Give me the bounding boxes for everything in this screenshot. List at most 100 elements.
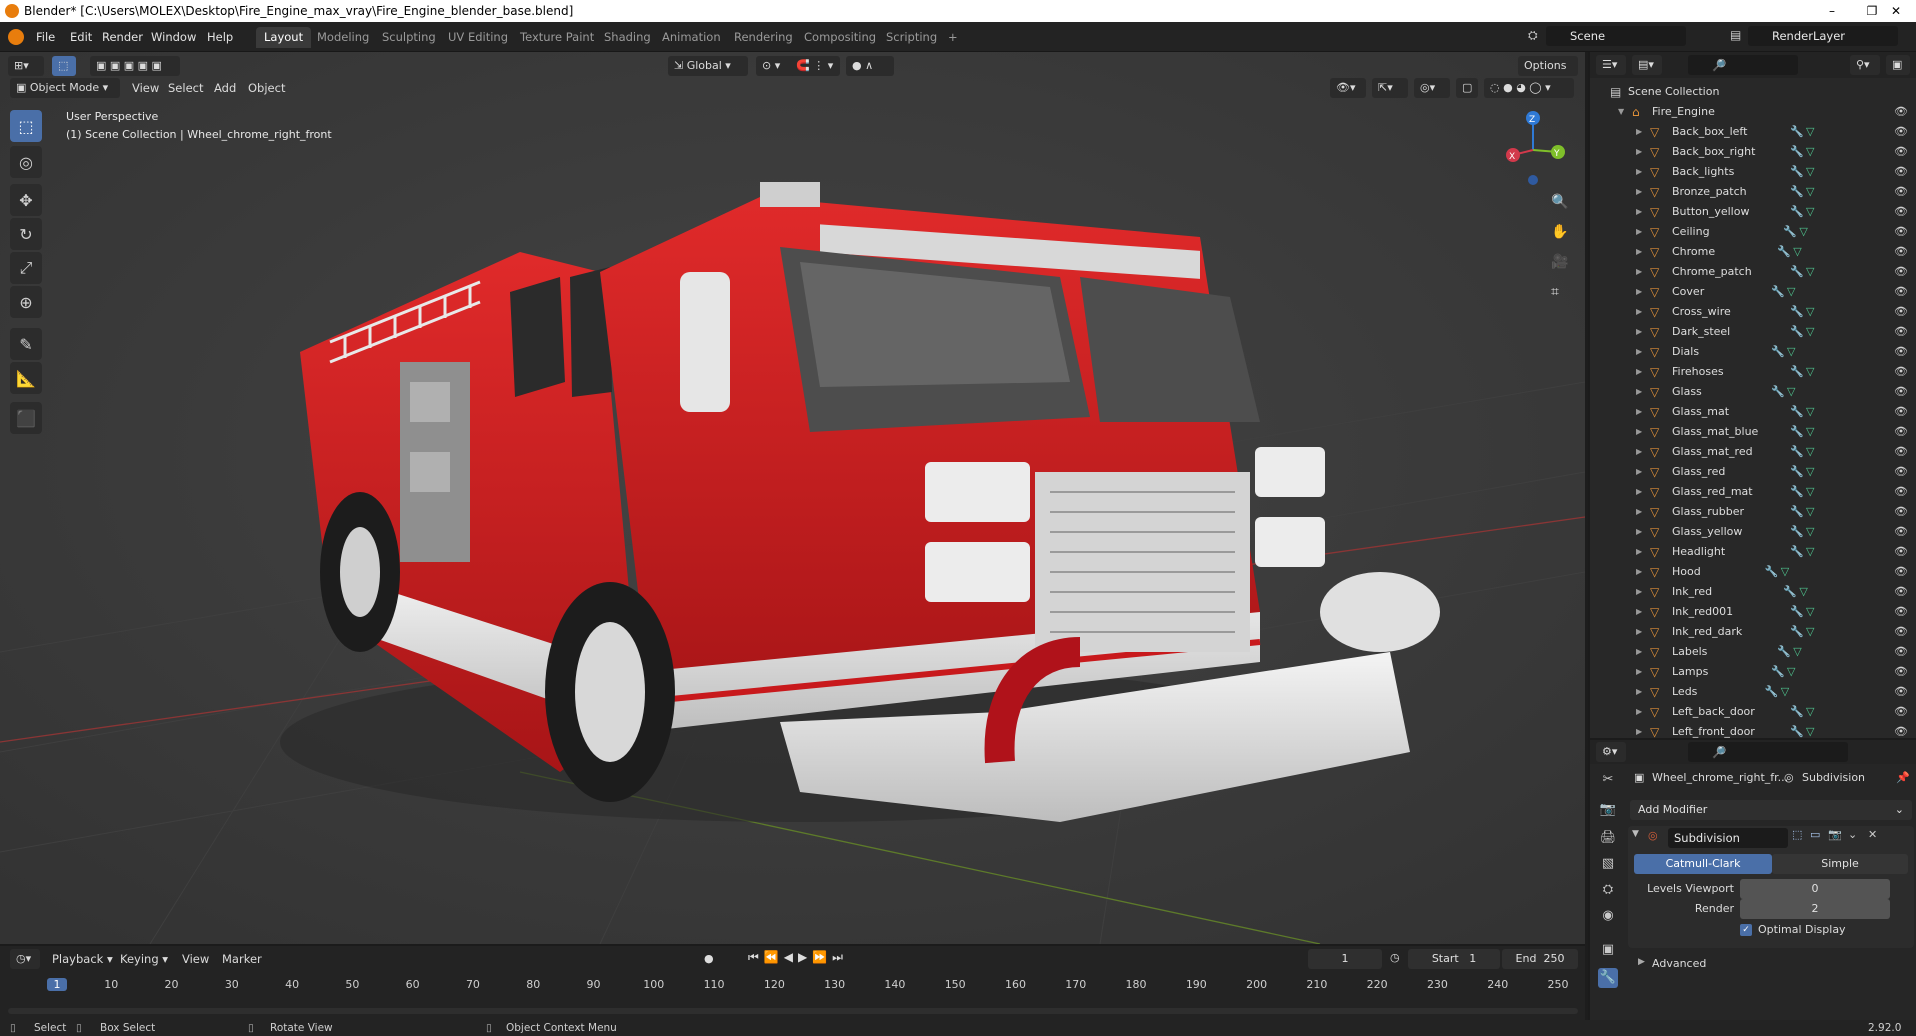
- visibility-eye-icon[interactable]: 👁: [1894, 502, 1908, 522]
- expand-arrow-icon[interactable]: ▶: [1636, 262, 1642, 282]
- modifier-wrench-icon[interactable]: 🔧: [1790, 182, 1804, 202]
- mesh-data-icon[interactable]: ▽: [1806, 302, 1814, 322]
- modifier-wrench-icon[interactable]: 🔧: [1790, 502, 1804, 522]
- camera-view-icon[interactable]: 🎥: [1551, 254, 1568, 270]
- outliner-item[interactable]: ▶ ▽ Back_box_right 🔧 ▽ 👁: [1590, 142, 1916, 162]
- modifier-wrench-icon[interactable]: 🔧: [1771, 662, 1785, 682]
- expand-arrow-icon[interactable]: ▶: [1636, 542, 1642, 562]
- outliner-item[interactable]: ▶ ▽ Glass_mat 🔧 ▽ 👁: [1590, 402, 1916, 422]
- expand-arrow-icon[interactable]: ▶: [1636, 442, 1642, 462]
- minimize-button[interactable]: –: [1812, 0, 1852, 22]
- outliner-editor-type[interactable]: ☰▾: [1596, 55, 1626, 75]
- modifier-wrench-icon[interactable]: 🔧: [1790, 202, 1804, 222]
- modifier-wrench-icon[interactable]: 🔧: [1790, 362, 1804, 382]
- close-window-button[interactable]: ✕: [1876, 0, 1916, 22]
- properties-search-input[interactable]: 🔎: [1688, 742, 1848, 762]
- blender-menu-icon[interactable]: [8, 29, 24, 45]
- visibility-eye-icon[interactable]: 👁: [1894, 522, 1908, 542]
- menu-file[interactable]: File: [30, 28, 61, 46]
- modifier-wrench-icon[interactable]: 🔧: [1790, 142, 1804, 162]
- visibility-eye-icon[interactable]: 👁: [1894, 302, 1908, 322]
- tab-animation[interactable]: Animation: [654, 27, 729, 48]
- visibility-eye-icon[interactable]: 👁: [1894, 242, 1908, 262]
- tab-sculpting[interactable]: Sculpting: [374, 27, 444, 48]
- menu-window[interactable]: Window: [145, 28, 202, 46]
- render-layer-selector[interactable]: RenderLayer: [1748, 26, 1898, 46]
- visibility-eye-icon[interactable]: 👁: [1894, 422, 1908, 442]
- outliner-item[interactable]: ▶ ▽ Glass_red_mat 🔧 ▽ 👁: [1590, 482, 1916, 502]
- snap-toggle[interactable]: 🧲 ⋮ ▾: [790, 56, 840, 76]
- outliner-item[interactable]: ▶ ▽ Bronze_patch 🔧 ▽ 👁: [1590, 182, 1916, 202]
- tweak-tool-icon[interactable]: ⬚: [10, 110, 42, 142]
- outliner-item[interactable]: ▶ ▽ Lamps 🔧 ▽ 👁: [1590, 662, 1916, 682]
- new-collection-icon[interactable]: ▣: [1886, 55, 1910, 75]
- mesh-data-icon[interactable]: ▽: [1806, 402, 1814, 422]
- outliner-item[interactable]: ▶ ▽ Hood 🔧 ▽ 👁: [1590, 562, 1916, 582]
- modifier-wrench-icon[interactable]: 🔧: [1790, 442, 1804, 462]
- modifier-wrench-icon[interactable]: 🔧: [1790, 262, 1804, 282]
- mesh-data-icon[interactable]: ▽: [1806, 522, 1814, 542]
- modifier-tab-icon[interactable]: 🔧: [1598, 968, 1618, 988]
- mesh-data-icon[interactable]: ▽: [1781, 682, 1789, 702]
- viewport-menu-select[interactable]: Select: [162, 78, 209, 98]
- outliner-item[interactable]: ▶ ▽ Cover 🔧 ▽ 👁: [1590, 282, 1916, 302]
- expand-arrow-icon[interactable]: ▶: [1636, 602, 1642, 622]
- viewport-menu-view[interactable]: View: [126, 78, 165, 98]
- visibility-eye-icon[interactable]: 👁: [1894, 482, 1908, 502]
- outliner-item[interactable]: ▶ ▽ Back_lights 🔧 ▽ 👁: [1590, 162, 1916, 182]
- menu-help[interactable]: Help: [201, 28, 239, 46]
- modifier-wrench-icon[interactable]: 🔧: [1765, 682, 1779, 702]
- world-tab-icon[interactable]: ◉: [1598, 906, 1618, 926]
- visibility-eye-icon[interactable]: 👁: [1894, 342, 1908, 362]
- outliner-item[interactable]: ▶ ▽ Glass_yellow 🔧 ▽ 👁: [1590, 522, 1916, 542]
- menu-render[interactable]: Render: [96, 28, 149, 46]
- object-tab-icon[interactable]: ▣: [1598, 940, 1618, 960]
- modifier-wrench-icon[interactable]: 🔧: [1783, 222, 1797, 242]
- mesh-data-icon[interactable]: ▽: [1781, 562, 1789, 582]
- selection-mode-buttons[interactable]: ▣ ▣ ▣ ▣ ▣: [90, 56, 180, 76]
- modifier-wrench-icon[interactable]: 🔧: [1790, 462, 1804, 482]
- outliner-item[interactable]: ▶ ▽ Glass_red 🔧 ▽ 👁: [1590, 462, 1916, 482]
- object-mode-select[interactable]: ▣ Object Mode ▾: [10, 78, 120, 98]
- outliner-search-input[interactable]: 🔎: [1688, 55, 1798, 75]
- render-levels-field[interactable]: 2: [1740, 899, 1890, 919]
- expand-arrow-icon[interactable]: ▶: [1636, 482, 1642, 502]
- mesh-data-icon[interactable]: ▽: [1787, 662, 1795, 682]
- scene-selector[interactable]: Scene: [1546, 26, 1686, 46]
- visibility-eye-icon[interactable]: 👁: [1894, 442, 1908, 462]
- mesh-data-icon[interactable]: ▽: [1806, 202, 1814, 222]
- modifier-wrench-icon[interactable]: 🔧: [1790, 522, 1804, 542]
- outliner-item[interactable]: ▶ ▽ Chrome_patch 🔧 ▽ 👁: [1590, 262, 1916, 282]
- mesh-data-icon[interactable]: ▽: [1806, 502, 1814, 522]
- visibility-eye-icon[interactable]: 👁: [1894, 542, 1908, 562]
- modifier-wrench-icon[interactable]: 🔧: [1790, 402, 1804, 422]
- mesh-data-icon[interactable]: ▽: [1806, 162, 1814, 182]
- outliner-item[interactable]: ▶ ▽ Glass_rubber 🔧 ▽ 👁: [1590, 502, 1916, 522]
- expand-arrow-icon[interactable]: ▶: [1636, 122, 1642, 142]
- tab-scripting[interactable]: Scripting: [878, 27, 945, 48]
- visibility-eye-icon[interactable]: 👁: [1894, 142, 1908, 162]
- proportional-edit-toggle[interactable]: ● ∧: [846, 56, 894, 76]
- expand-arrow-icon[interactable]: ▶: [1636, 502, 1642, 522]
- timeline-scrollbar[interactable]: [8, 1008, 1578, 1014]
- visibility-eye-icon[interactable]: 👁: [1894, 222, 1908, 242]
- tab-layout[interactable]: Layout: [256, 27, 312, 48]
- add-cube-tool-icon[interactable]: ⬛: [10, 402, 42, 434]
- modifier-wrench-icon[interactable]: 🔧: [1790, 542, 1804, 562]
- annotate-tool-icon[interactable]: ✎: [10, 328, 42, 360]
- visibility-eye-icon[interactable]: 👁: [1894, 602, 1908, 622]
- shading-mode-buttons[interactable]: ◌ ● ◕ ◯ ▾: [1484, 78, 1574, 98]
- tool-tab-icon[interactable]: ✂: [1598, 770, 1618, 790]
- transform-tool-icon[interactable]: ⊕: [10, 286, 42, 318]
- expand-arrow-icon[interactable]: ▶: [1636, 242, 1642, 262]
- mesh-data-icon[interactable]: ▽: [1806, 462, 1814, 482]
- view-layer-tab-icon[interactable]: ▧: [1598, 854, 1618, 874]
- mesh-data-icon[interactable]: ▽: [1806, 482, 1814, 502]
- gizmo-toggle[interactable]: ⇱▾: [1372, 78, 1408, 98]
- overlays-toggle[interactable]: ◎▾: [1414, 78, 1450, 98]
- modifier-wrench-icon[interactable]: 🔧: [1777, 642, 1791, 662]
- outliner-item[interactable]: ▶ ▽ Glass 🔧 ▽ 👁: [1590, 382, 1916, 402]
- outliner-item[interactable]: ▶ ▽ Dark_steel 🔧 ▽ 👁: [1590, 322, 1916, 342]
- visibility-eye-icon[interactable]: 👁: [1894, 102, 1908, 122]
- display-mode-select[interactable]: ▤▾: [1632, 55, 1662, 75]
